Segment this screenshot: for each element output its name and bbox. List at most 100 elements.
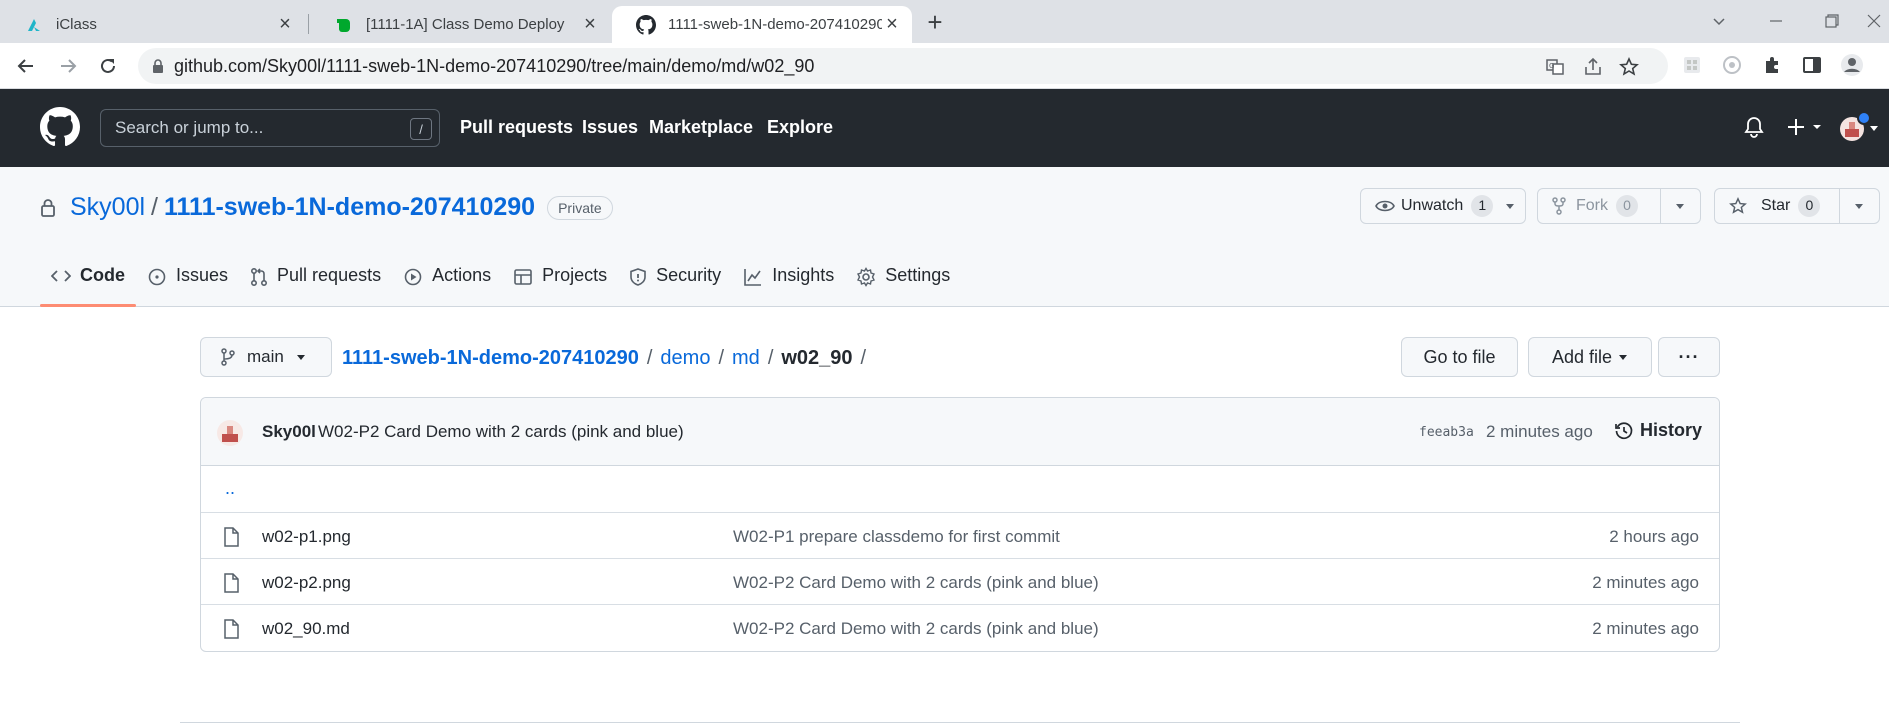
parent-directory-link[interactable]: .. xyxy=(225,478,235,499)
fork-dropdown-button[interactable] xyxy=(1661,189,1700,223)
file-commit-message[interactable]: W02-P2 Card Demo with 2 cards (pink and … xyxy=(733,573,1099,593)
back-icon[interactable] xyxy=(12,52,40,80)
github-header: Search or jump to... / Pull requests Iss… xyxy=(0,89,1889,167)
translate-icon[interactable]: G xyxy=(1544,56,1566,78)
breadcrumb-md-link[interactable]: md xyxy=(732,347,760,370)
gear-icon xyxy=(856,267,876,287)
eye-icon xyxy=(1375,199,1395,213)
nav-issues[interactable]: Issues xyxy=(582,117,638,138)
tab-issues[interactable]: Issues xyxy=(136,263,239,307)
extension-circle-icon[interactable] xyxy=(1719,52,1745,78)
file-commit-message[interactable]: W02-P1 prepare classdemo for first commi… xyxy=(733,527,1060,547)
tab-label: Issues xyxy=(176,265,229,285)
file-icon xyxy=(223,573,239,593)
table-row[interactable]: w02-p1.png W02-P1 prepare classdemo for … xyxy=(201,512,1719,558)
repo-title-separator: / xyxy=(151,193,158,221)
github-logo-icon[interactable] xyxy=(40,107,80,147)
tab-title: [1111-1A] Class Demo Deploy xyxy=(366,16,565,33)
close-tab-icon[interactable]: × xyxy=(580,13,600,35)
browser-tab-iclass[interactable]: iClass × xyxy=(0,6,305,43)
repo-owner-link[interactable]: Sky00l xyxy=(70,193,145,222)
search-input[interactable]: Search or jump to... / xyxy=(100,109,440,147)
tab-settings[interactable]: Settings xyxy=(845,263,961,307)
tab-title: 1111-sweb-1N-demo-207410290 xyxy=(668,16,882,33)
star-label: Star xyxy=(1761,197,1791,214)
minimize-icon[interactable] xyxy=(1754,8,1798,34)
star-button-group: Star 0 xyxy=(1714,188,1880,224)
close-window-icon[interactable] xyxy=(1852,8,1889,34)
tab-code[interactable]: Code xyxy=(40,263,136,307)
evernote-icon xyxy=(334,15,354,35)
tab-projects[interactable]: Projects xyxy=(502,263,618,307)
tab-pull-requests[interactable]: Pull requests xyxy=(239,263,392,307)
repo-title: Sky00l / 1111-sweb-1N-demo-207410290 Pri… xyxy=(40,193,613,222)
shield-icon xyxy=(629,267,647,287)
branch-select-button[interactable]: main xyxy=(200,337,332,377)
url-text: github.com/Sky00l/1111-sweb-1N-demo-2074… xyxy=(174,55,815,76)
latest-commit-bar: Sky00l W02-P2 Card Demo with 2 cards (pi… xyxy=(201,398,1719,466)
history-link[interactable]: History xyxy=(1614,420,1702,441)
commit-author-avatar[interactable] xyxy=(217,420,243,446)
watch-button-group: Unwatch 1 xyxy=(1360,188,1526,224)
nav-pull-requests[interactable]: Pull requests xyxy=(460,117,573,138)
table-row[interactable]: w02-p2.png W02-P2 Card Demo with 2 cards… xyxy=(201,558,1719,604)
commit-message[interactable]: W02-P2 Card Demo with 2 cards (pink and … xyxy=(318,422,684,442)
profile-icon[interactable] xyxy=(1839,52,1865,78)
star-count: 0 xyxy=(1798,195,1821,217)
file-name-link[interactable]: w02-p1.png xyxy=(262,527,351,547)
tab-security[interactable]: Security xyxy=(618,263,732,307)
close-tab-icon[interactable]: × xyxy=(275,13,295,35)
repo-header: Sky00l / 1111-sweb-1N-demo-207410290 Pri… xyxy=(0,167,1889,307)
file-commit-message[interactable]: W02-P2 Card Demo with 2 cards (pink and … xyxy=(733,619,1099,639)
notifications-bell-icon[interactable] xyxy=(1744,116,1764,138)
avatar-dropdown-caret-icon[interactable] xyxy=(1869,125,1879,133)
file-name-link[interactable]: w02_90.md xyxy=(262,619,350,639)
breadcrumb-current: w02_90 xyxy=(781,347,853,369)
browser-tab-github[interactable]: 1111-sweb-1N-demo-207410290 × xyxy=(612,6,912,43)
file-commit-age: 2 minutes ago xyxy=(1592,573,1699,592)
create-new-plus-icon[interactable] xyxy=(1787,116,1825,138)
file-name-link[interactable]: w02-p2.png xyxy=(262,573,351,593)
nav-explore[interactable]: Explore xyxy=(767,117,833,138)
breadcrumb-repo-link[interactable]: 1111-sweb-1N-demo-207410290 xyxy=(342,347,639,370)
tab-label: Actions xyxy=(432,265,492,285)
chevron-down-icon xyxy=(1505,203,1515,210)
reload-icon[interactable] xyxy=(94,52,122,80)
bookmark-star-icon[interactable] xyxy=(1618,56,1640,78)
add-file-label: Add file xyxy=(1551,346,1613,367)
go-to-file-button[interactable]: Go to file xyxy=(1401,337,1518,377)
star-button[interactable]: Star 0 xyxy=(1715,189,1840,223)
browser-tab-class-demo[interactable]: [1111-1A] Class Demo Deploy × xyxy=(310,6,610,43)
repo-name-link[interactable]: 1111-sweb-1N-demo-207410290 xyxy=(164,193,535,222)
restore-icon[interactable] xyxy=(1810,8,1854,34)
fork-label: Fork xyxy=(1576,197,1608,214)
share-icon[interactable] xyxy=(1582,56,1604,78)
breadcrumb-demo-link[interactable]: demo xyxy=(660,347,710,370)
extensions-puzzle-icon[interactable] xyxy=(1759,52,1785,78)
tab-search-icon[interactable] xyxy=(1697,8,1741,34)
nav-marketplace[interactable]: Marketplace xyxy=(649,117,753,138)
parent-directory-row[interactable]: .. xyxy=(201,466,1719,512)
more-options-button[interactable]: ··· xyxy=(1658,337,1720,377)
table-row[interactable]: w02_90.md W02-P2 Card Demo with 2 cards … xyxy=(201,604,1719,650)
star-dropdown-button[interactable] xyxy=(1840,189,1879,223)
fork-button[interactable]: Fork 0 xyxy=(1538,189,1661,223)
code-icon xyxy=(51,267,71,285)
watch-count: 1 xyxy=(1471,195,1494,217)
avatar-status-dot xyxy=(1857,111,1871,125)
add-file-button[interactable]: Add file xyxy=(1528,337,1652,377)
new-tab-button[interactable]: + xyxy=(922,9,948,36)
address-bar[interactable]: github.com/Sky00l/1111-sweb-1N-demo-2074… xyxy=(138,48,1668,84)
chevron-down-icon xyxy=(1618,354,1628,361)
close-tab-icon[interactable]: × xyxy=(882,13,902,35)
commit-sha[interactable]: feeab3a xyxy=(1419,425,1474,440)
tab-insights[interactable]: Insights xyxy=(732,263,845,307)
tab-actions[interactable]: Actions xyxy=(392,263,502,307)
extension-grid-icon[interactable] xyxy=(1679,52,1705,78)
commit-author[interactable]: Sky00l xyxy=(262,422,316,442)
file-list: Sky00l W02-P2 Card Demo with 2 cards (pi… xyxy=(200,397,1720,652)
unwatch-button[interactable]: Unwatch 1 xyxy=(1361,189,1525,223)
forward-icon[interactable] xyxy=(54,52,82,80)
chevron-down-icon xyxy=(1675,203,1685,210)
side-panel-icon[interactable] xyxy=(1799,52,1825,78)
